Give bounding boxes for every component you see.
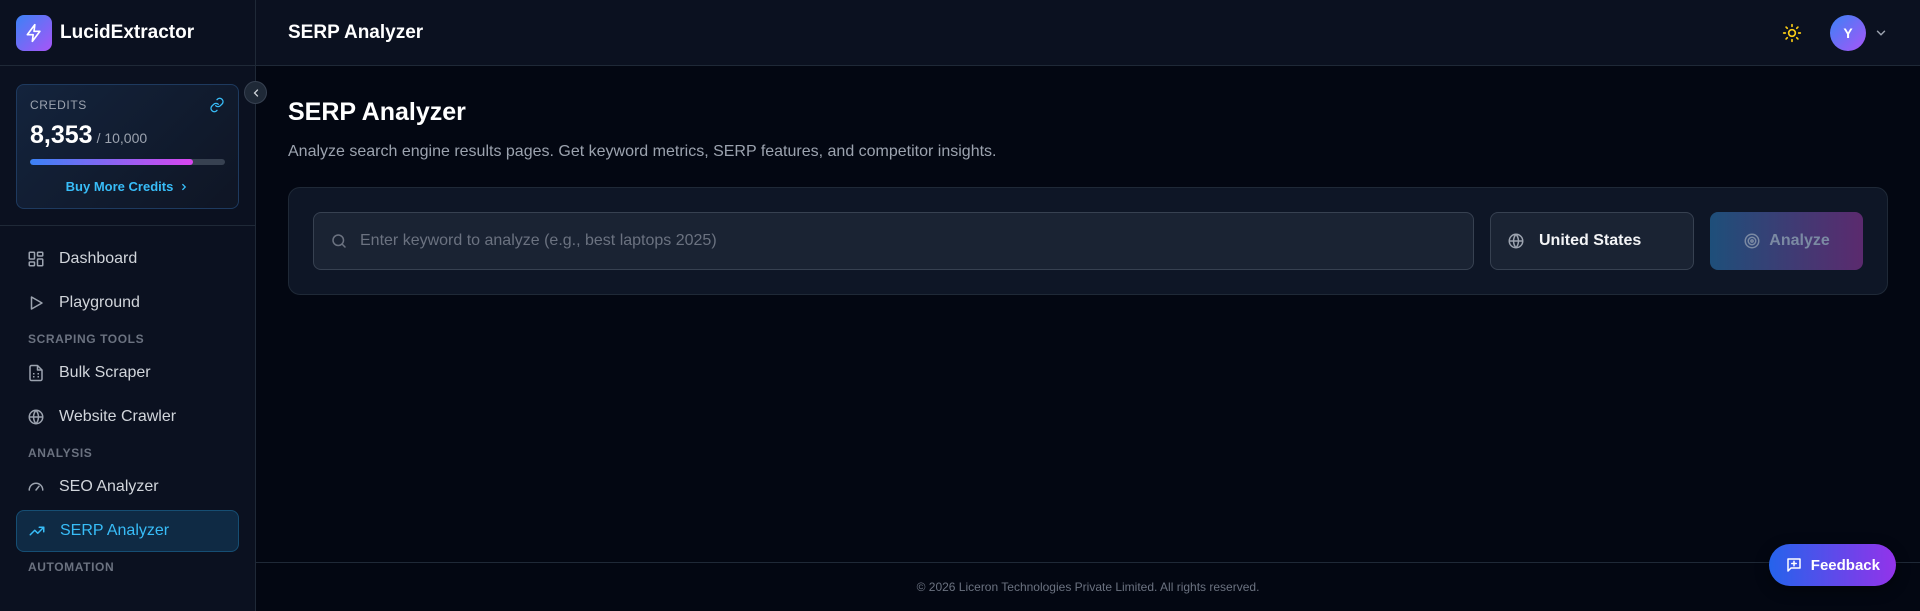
brand[interactable]: LucidExtractor bbox=[0, 0, 255, 66]
sidebar-item-label: SERP Analyzer bbox=[60, 522, 170, 539]
sidebar-item-label: Playground bbox=[59, 294, 140, 311]
topbar-title: SERP Analyzer bbox=[288, 21, 424, 43]
credits-used: 8,353 bbox=[30, 121, 93, 149]
feedback-button[interactable]: Feedback bbox=[1768, 544, 1896, 586]
sidebar-item-seo-analyzer[interactable]: SEO Analyzer bbox=[16, 466, 239, 508]
topbar: SERP Analyzer Y bbox=[256, 0, 1920, 66]
file-icon bbox=[29, 364, 43, 382]
search-card: United States Analyze bbox=[288, 187, 1888, 295]
credits-total: / 10,000 bbox=[96, 130, 148, 146]
gauge-icon bbox=[28, 482, 44, 491]
sidebar-item-label: Website Crawler bbox=[59, 408, 177, 425]
country-select[interactable]: United States bbox=[1490, 212, 1694, 270]
collapse-sidebar-button[interactable] bbox=[244, 81, 267, 104]
sidebar-item-label: Dashboard bbox=[59, 250, 138, 267]
country-value: United States bbox=[1539, 232, 1642, 249]
chevron-down-icon bbox=[1876, 30, 1886, 36]
feedback-label: Feedback bbox=[1810, 556, 1880, 574]
chevron-left-icon bbox=[253, 88, 258, 97]
buy-credits-label: Buy More Credits bbox=[65, 179, 174, 194]
credits-progress-fill bbox=[30, 159, 193, 165]
sidebar-item-bulk-scraper[interactable]: Bulk Scraper bbox=[16, 352, 239, 394]
brand-name: LucidExtractor bbox=[60, 21, 195, 43]
analyze-button[interactable]: Analyze bbox=[1710, 212, 1863, 270]
avatar: Y bbox=[1830, 14, 1866, 51]
sidebar: LucidExtractor CREDITS 8,353 / 10,000 Bu… bbox=[0, 0, 267, 611]
section-automation: AUTOMATION bbox=[28, 560, 115, 574]
page-subtitle: Analyze search engine results pages. Get… bbox=[288, 143, 997, 160]
sun-icon[interactable] bbox=[1782, 23, 1802, 43]
main-area: SERP Analyzer Y SERP Analyzer Analyze se… bbox=[256, 0, 1920, 611]
sidebar-item-label: SEO Analyzer bbox=[59, 478, 159, 495]
credits-title: CREDITS bbox=[30, 98, 87, 112]
play-icon bbox=[30, 296, 43, 310]
buy-more-credits-link[interactable]: Buy More Credits bbox=[30, 179, 225, 194]
analyze-label: Analyze bbox=[1769, 232, 1830, 249]
page-title: SERP Analyzer bbox=[288, 98, 466, 126]
section-analysis: ANALYSIS bbox=[28, 446, 93, 460]
link-icon[interactable] bbox=[209, 97, 225, 113]
message-plus-icon bbox=[1787, 558, 1801, 572]
sidebar-item-label: Bulk Scraper bbox=[59, 364, 151, 381]
sidebar-nav: Dashboard Playground SCRAPING TOOLS Bulk… bbox=[0, 226, 255, 580]
section-scraping-tools: SCRAPING TOOLS bbox=[28, 332, 145, 346]
copyright-text: © 2026 Liceron Technologies Private Limi… bbox=[916, 580, 1260, 594]
bolt-icon bbox=[16, 14, 52, 51]
target-icon bbox=[1744, 233, 1760, 249]
trending-up-icon bbox=[29, 526, 45, 536]
sidebar-item-playground[interactable]: Playground bbox=[16, 282, 239, 324]
app-root: LucidExtractor CREDITS 8,353 / 10,000 Bu… bbox=[0, 0, 1920, 611]
footer: © 2026 Liceron Technologies Private Limi… bbox=[256, 562, 1920, 611]
credits-progress-bar bbox=[30, 159, 225, 165]
grid-icon bbox=[28, 251, 44, 267]
credits-card: CREDITS 8,353 / 10,000 Buy More Credits bbox=[16, 84, 239, 209]
sidebar-item-dashboard[interactable]: Dashboard bbox=[16, 238, 239, 280]
credits-section: CREDITS 8,353 / 10,000 Buy More Credits bbox=[0, 66, 255, 226]
sidebar-item-serp-analyzer[interactable]: SERP Analyzer bbox=[16, 510, 239, 552]
search-icon bbox=[332, 234, 346, 248]
chevron-right-icon bbox=[182, 183, 187, 190]
search-box bbox=[313, 212, 1474, 270]
globe-icon bbox=[1508, 233, 1524, 249]
user-menu[interactable]: Y bbox=[1830, 14, 1888, 51]
content: SERP Analyzer Analyze search engine resu… bbox=[256, 66, 1920, 562]
keyword-input[interactable] bbox=[360, 232, 1457, 250]
globe-icon bbox=[28, 409, 44, 425]
sidebar-item-website-crawler[interactable]: Website Crawler bbox=[16, 396, 239, 438]
